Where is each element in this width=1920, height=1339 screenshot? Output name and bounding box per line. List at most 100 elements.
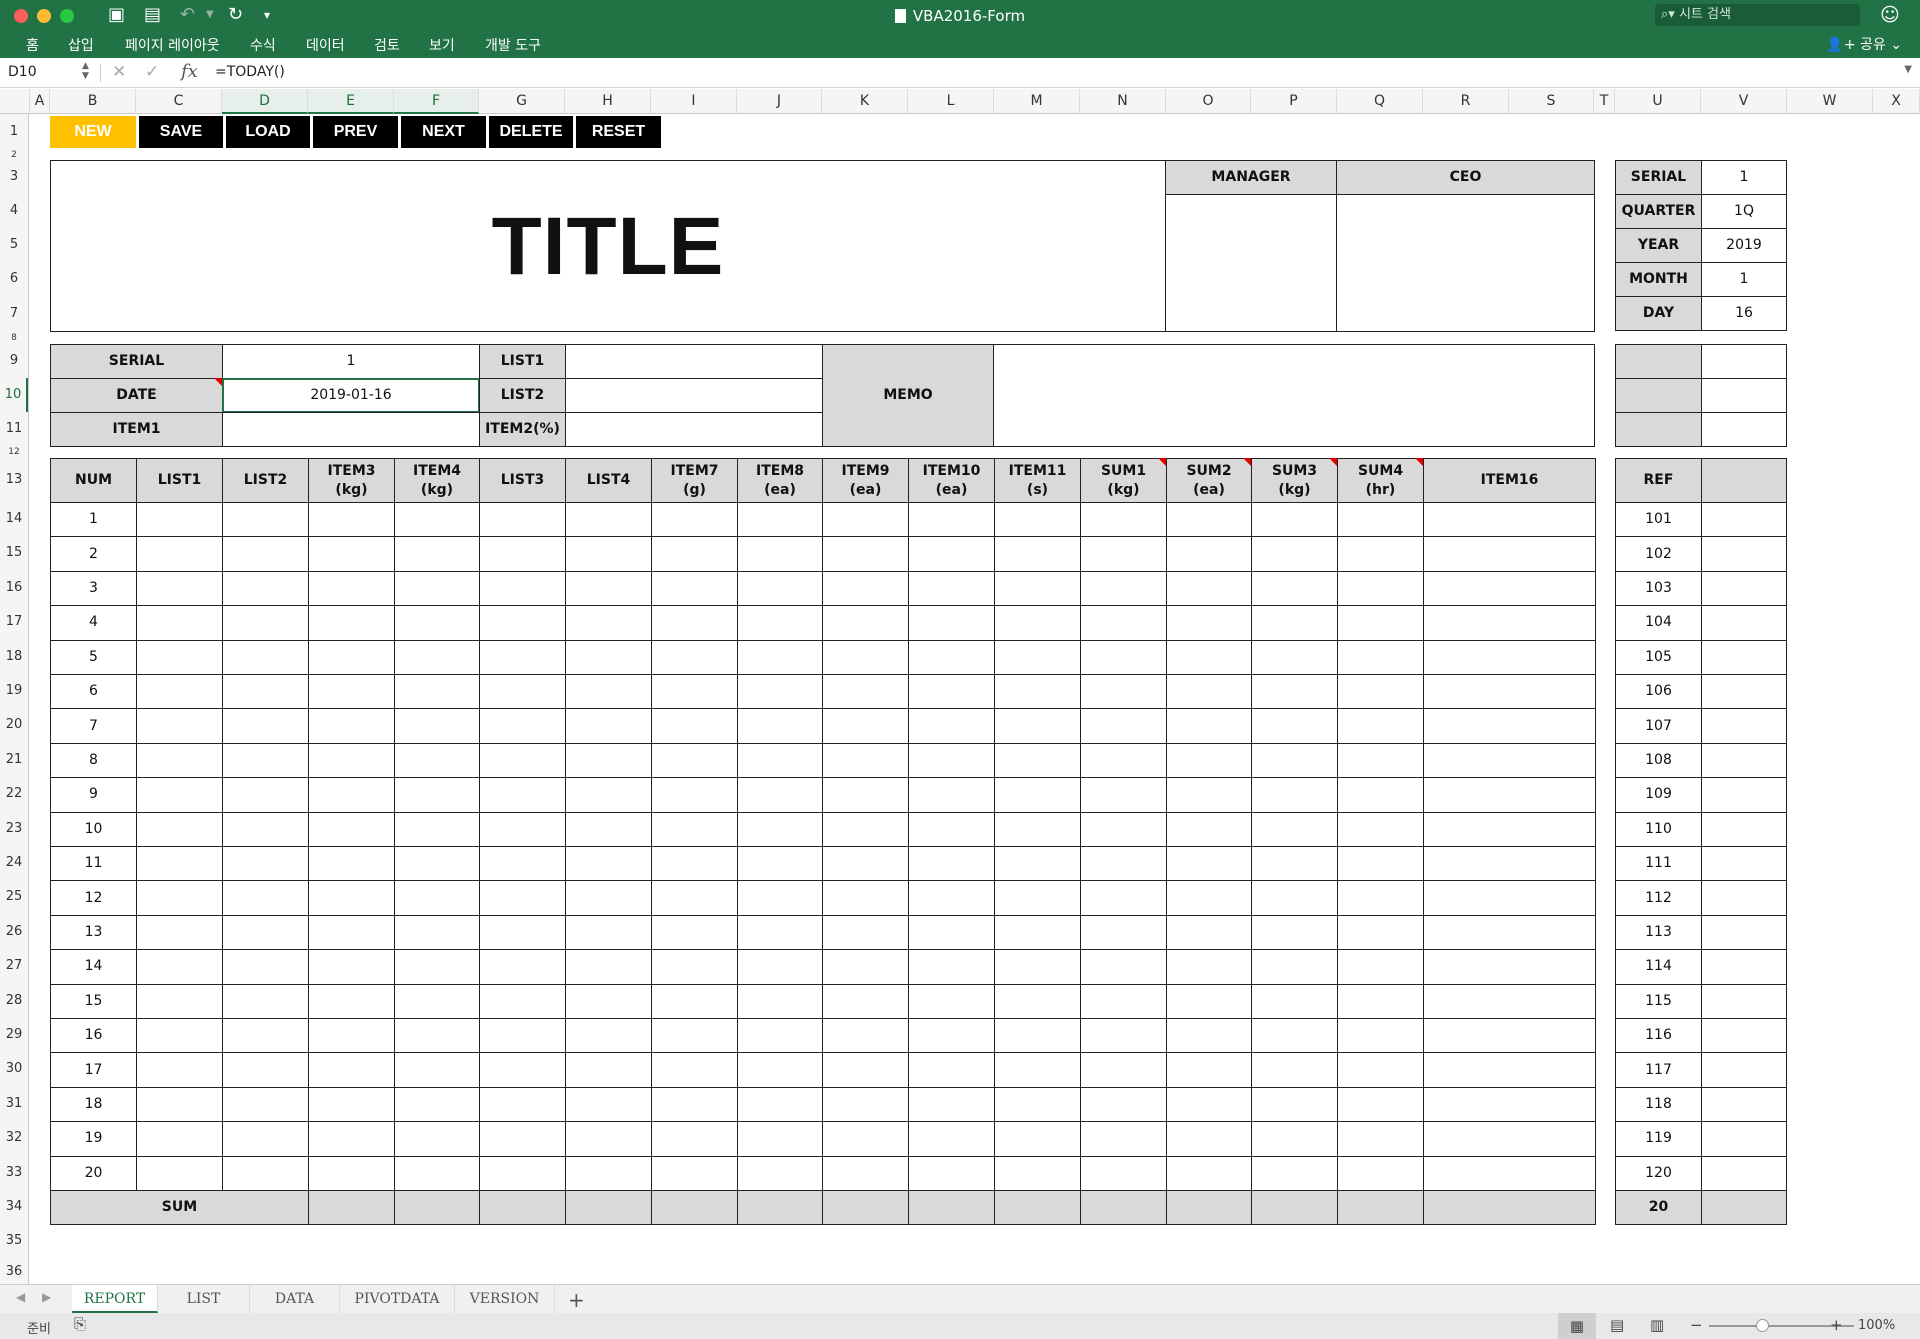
table-cell[interactable] [651, 914, 738, 951]
table-cell[interactable] [394, 777, 480, 813]
table-cell[interactable] [136, 605, 223, 641]
table-cell[interactable] [908, 570, 995, 607]
table-cell[interactable] [1080, 777, 1167, 813]
column-header-v[interactable]: V [1701, 89, 1787, 114]
page-break-view-icon[interactable]: ▥ [1650, 1316, 1664, 1334]
row-header-30[interactable]: 30 [0, 1052, 28, 1086]
table-cell[interactable] [1423, 1086, 1596, 1123]
scroll-left-icon[interactable]: ◀ [16, 1290, 25, 1304]
table-cell[interactable] [908, 777, 995, 813]
column-header-h[interactable]: H [565, 89, 651, 114]
table-cell[interactable] [1337, 708, 1424, 744]
ref-blank-cell[interactable] [1701, 1052, 1787, 1088]
table-cell[interactable] [822, 639, 909, 675]
table-cell[interactable] [994, 1052, 1081, 1088]
ref-value-cell[interactable]: 114 [1615, 949, 1702, 985]
table-cell[interactable] [308, 1155, 395, 1191]
column-header-k[interactable]: K [822, 89, 908, 114]
ref-value-cell[interactable]: 110 [1615, 811, 1702, 847]
table-cell[interactable] [565, 605, 652, 641]
table-cell[interactable] [1080, 605, 1167, 641]
row-header-29[interactable]: 29 [0, 1018, 28, 1052]
table-cell[interactable] [1080, 811, 1167, 847]
table-cell[interactable] [1337, 674, 1424, 710]
table-cell[interactable] [308, 1018, 395, 1054]
ref-value-cell[interactable]: 109 [1615, 777, 1702, 813]
column-header-u[interactable]: U [1615, 89, 1701, 114]
table-cell[interactable] [1080, 846, 1167, 882]
column-header-j[interactable]: J [737, 89, 822, 114]
table-cell[interactable] [394, 1052, 480, 1088]
row-num-cell[interactable]: 15 [50, 983, 137, 1019]
table-cell[interactable] [994, 846, 1081, 882]
table-cell[interactable] [308, 536, 395, 572]
row-num-cell[interactable]: 10 [50, 811, 137, 847]
row-header-2[interactable]: 2 [0, 150, 28, 160]
table-cell[interactable] [822, 1052, 909, 1088]
page-layout-view-icon[interactable]: ▤ [1610, 1316, 1624, 1334]
table-cell[interactable] [1337, 811, 1424, 847]
table-cell[interactable] [737, 674, 823, 710]
table-cell[interactable] [136, 1018, 223, 1054]
table-cell[interactable] [994, 914, 1081, 951]
table-cell[interactable] [1337, 914, 1424, 951]
table-cell[interactable] [222, 1121, 309, 1157]
table-cell[interactable] [479, 674, 566, 710]
table-cell[interactable] [1166, 880, 1252, 916]
table-cell[interactable] [308, 880, 395, 916]
row-header-18[interactable]: 18 [0, 640, 28, 674]
table-cell[interactable] [1251, 1155, 1338, 1191]
table-cell[interactable] [737, 1052, 823, 1088]
table-cell[interactable] [565, 674, 652, 710]
table-cell[interactable] [479, 846, 566, 882]
table-cell[interactable] [565, 536, 652, 572]
column-header-m[interactable]: M [994, 89, 1080, 114]
table-cell[interactable] [908, 949, 995, 985]
row-header-17[interactable]: 17 [0, 605, 28, 639]
normal-view-icon[interactable]: ▦ [1558, 1313, 1596, 1339]
ref-value-cell[interactable]: 120 [1615, 1155, 1702, 1191]
table-cell[interactable] [1080, 639, 1167, 675]
table-cell[interactable] [908, 1155, 995, 1191]
enter-check-icon[interactable]: ✓ [145, 62, 159, 82]
row-header-16[interactable]: 16 [0, 571, 28, 605]
ref-blank-cell[interactable] [1701, 1086, 1787, 1123]
row-header-7[interactable]: 7 [0, 296, 28, 332]
scroll-right-icon[interactable]: ▶ [42, 1290, 51, 1304]
row-header-24[interactable]: 24 [0, 846, 28, 880]
table-cell[interactable] [994, 1155, 1081, 1191]
table-cell[interactable] [994, 811, 1081, 847]
table-cell[interactable] [1166, 949, 1252, 985]
table-cell[interactable] [737, 639, 823, 675]
table-cell[interactable] [394, 949, 480, 985]
row-header-12[interactable]: 12 [0, 446, 28, 458]
table-cell[interactable] [1337, 742, 1424, 779]
zoom-in-icon[interactable]: + [1830, 1316, 1843, 1334]
table-cell[interactable] [394, 914, 480, 951]
table-cell[interactable] [651, 949, 738, 985]
save-button[interactable]: SAVE [139, 116, 223, 148]
table-cell[interactable] [1423, 949, 1596, 985]
table-cell[interactable] [1337, 605, 1424, 641]
table-cell[interactable] [565, 1121, 652, 1157]
table-cell[interactable] [994, 708, 1081, 744]
table-cell[interactable] [1423, 1052, 1596, 1088]
table-cell[interactable] [222, 1018, 309, 1054]
ceo-sign-cell[interactable] [1336, 194, 1595, 332]
table-cell[interactable] [565, 1018, 652, 1054]
side-blank-value[interactable] [1701, 412, 1787, 447]
table-cell[interactable] [994, 949, 1081, 985]
table-cell[interactable] [394, 605, 480, 641]
table-cell[interactable] [651, 1052, 738, 1088]
table-cell[interactable] [651, 811, 738, 847]
memo-value[interactable] [993, 344, 1595, 447]
ref-value-cell[interactable]: 108 [1615, 742, 1702, 779]
table-cell[interactable] [1080, 502, 1167, 538]
row-num-cell[interactable]: 5 [50, 639, 137, 675]
table-cell[interactable] [1080, 914, 1167, 951]
table-cell[interactable] [1080, 1018, 1167, 1054]
ref-value-cell[interactable]: 111 [1615, 846, 1702, 882]
table-cell[interactable] [822, 536, 909, 572]
table-cell[interactable] [1080, 536, 1167, 572]
name-box-stepper-icon[interactable]: ▲ ▼ [82, 61, 89, 81]
